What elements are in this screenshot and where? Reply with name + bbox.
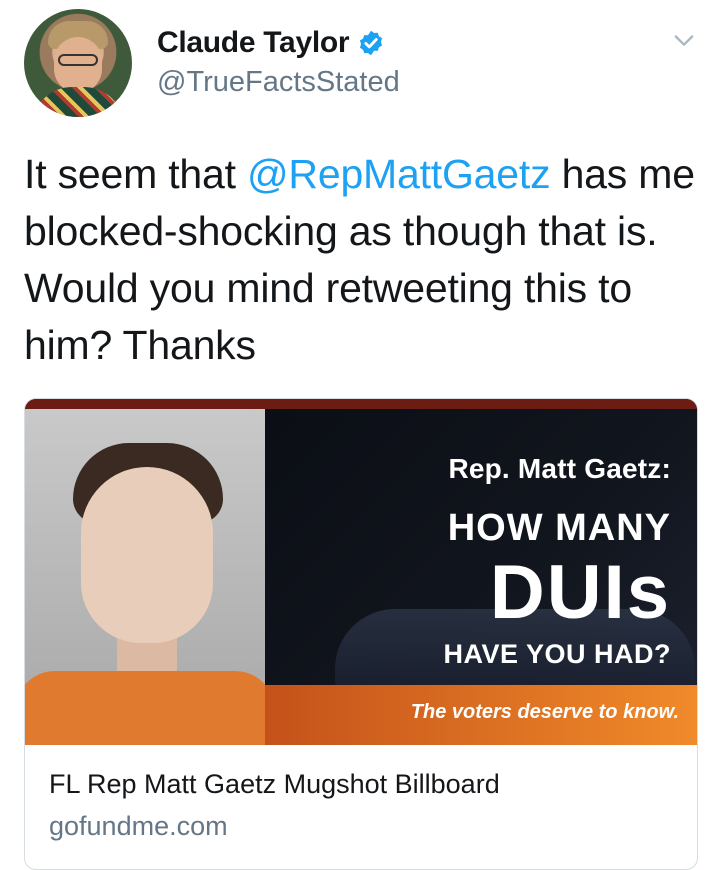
card-domain[interactable]: gofundme.com bbox=[49, 811, 228, 842]
billboard-tagline: The voters deserve to know. bbox=[410, 701, 679, 723]
author-name-row[interactable]: Claude Taylor bbox=[157, 26, 385, 60]
chevron-down-icon[interactable] bbox=[670, 26, 698, 54]
card-title[interactable]: FL Rep Matt Gaetz Mugshot Billboard bbox=[49, 769, 500, 800]
billboard-tagline-bar: The voters deserve to know. bbox=[265, 685, 697, 745]
link-card[interactable]: Rep. Matt Gaetz: HOW MANY DUIs HAVE YOU … bbox=[24, 398, 698, 870]
mention-link[interactable]: @RepMattGaetz bbox=[247, 151, 551, 197]
mugshot-photo bbox=[25, 409, 265, 745]
billboard-line-3: DUIs bbox=[489, 550, 671, 635]
billboard-line-2: HOW MANY bbox=[447, 507, 671, 549]
billboard-line-4: HAVE YOU HAD? bbox=[443, 639, 671, 669]
tweet-text: It seem that @RepMattGaetz has me blocke… bbox=[24, 146, 704, 374]
tweet-text-start: It seem that bbox=[24, 151, 248, 197]
card-image[interactable]: Rep. Matt Gaetz: HOW MANY DUIs HAVE YOU … bbox=[25, 399, 697, 745]
verified-badge-icon bbox=[360, 30, 383, 56]
billboard-top-strip bbox=[25, 399, 697, 409]
author-handle[interactable]: @TrueFactsStated bbox=[157, 66, 400, 99]
billboard-line-1: Rep. Matt Gaetz: bbox=[448, 453, 671, 484]
author-name[interactable]: Claude Taylor bbox=[157, 26, 350, 60]
author-avatar[interactable] bbox=[24, 9, 132, 117]
